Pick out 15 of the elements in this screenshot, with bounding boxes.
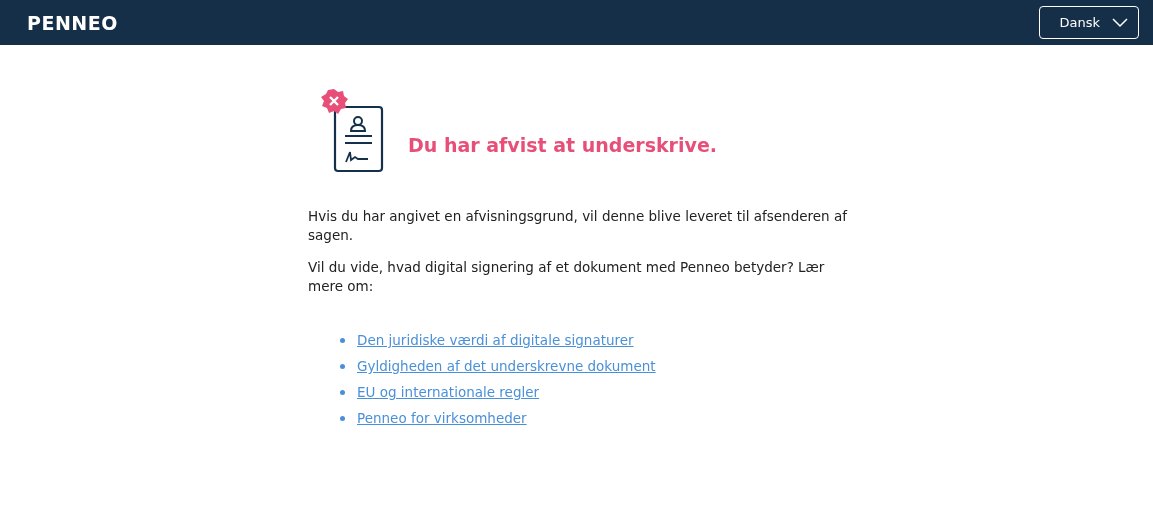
bullet-icon: [340, 337, 345, 343]
bullet-icon: [340, 363, 345, 369]
link[interactable]: Den juridiske værdi af digitale signaturer: [357, 332, 634, 348]
chevron-icon: [1112, 17, 1128, 28]
link[interactable]: Penneo for virksomheder: [357, 410, 527, 426]
paragraph: Hvis du har angivet en afvisningsgrund, vil denne blive leveret til afsenderen af sagen.: [308, 207, 849, 245]
rejected-document-icon: [320, 88, 384, 174]
paragraph: Vil du vide, hvad digital signering af et dokument med Penneo betyder? Lær mere om:: [308, 258, 826, 296]
bullet-icon: [340, 415, 345, 421]
language-dropdown[interactable]: Dansk: [1039, 6, 1139, 39]
bullet-icon: [340, 389, 345, 395]
page-title: Du har afvist at underskrive.: [408, 134, 717, 156]
link[interactable]: EU og internationale regler: [357, 384, 540, 400]
logo: PENNEO: [27, 11, 118, 34]
link[interactable]: Gyldigheden af det underskrevne dokument: [357, 358, 656, 374]
